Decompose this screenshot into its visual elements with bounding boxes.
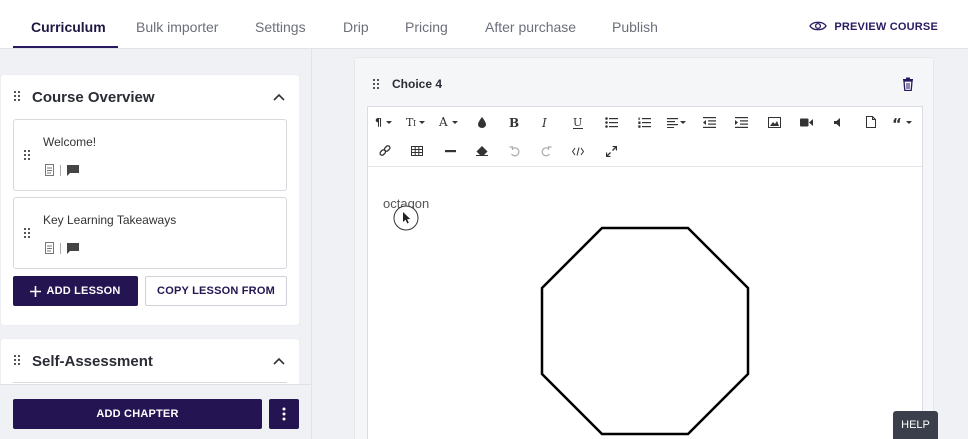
unordered-list-icon[interactable] [600,113,622,131]
plus-icon [30,285,42,297]
insert-audio-icon[interactable] [827,113,849,131]
comment-icon [67,242,79,254]
active-tab-indicator [13,46,118,48]
document-icon [45,242,54,254]
lesson-title: Key Learning Takeaways [43,213,177,227]
font-size-icon[interactable]: TI [406,113,428,131]
drag-handle-icon[interactable] [24,150,30,160]
add-lesson-button[interactable]: ADD LESSON [13,276,138,306]
code-view-icon[interactable] [567,142,589,160]
sidebar-footer: ADD CHAPTER [0,384,311,439]
tab-bulk-importer[interactable]: Bulk importer [136,0,218,48]
outdent-icon[interactable] [698,113,720,131]
choice-title: Choice 4 [392,77,443,91]
choice-panel: Choice 4 ¶ TI A B I U “ octagon [354,57,934,439]
undo-icon[interactable] [503,142,525,160]
eye-icon [809,20,828,35]
preview-course-label: PREVIEW COURSE [834,21,938,33]
tab-pricing[interactable]: Pricing [405,0,448,48]
trash-icon[interactable] [902,77,914,91]
horizontal-line-icon[interactable] [439,142,461,160]
tab-after-purchase[interactable]: After purchase [485,0,576,48]
help-button[interactable]: HELP [893,411,938,439]
rich-text-editor: ¶ TI A B I U “ octagon [367,106,923,439]
drag-handle-icon[interactable] [24,228,30,238]
insert-table-icon[interactable] [406,142,428,160]
fullscreen-icon[interactable] [600,142,622,160]
drag-handle-icon[interactable] [14,91,20,101]
preview-course-button[interactable]: PREVIEW COURSE [809,18,938,36]
bold-icon[interactable]: B [503,113,525,131]
tab-curriculum[interactable]: Curriculum [31,0,106,48]
tab-drip[interactable]: Drip [343,0,369,48]
svg-text:I: I [413,119,416,128]
svg-text:I: I [541,116,547,128]
drag-handle-icon[interactable] [14,355,20,365]
copy-lesson-from-button[interactable]: COPY LESSON FROM [145,276,287,306]
more-options-button[interactable] [269,399,299,429]
chapter-title[interactable]: Self-Assessment [32,353,153,370]
drag-handle-icon[interactable] [373,79,379,89]
redo-icon[interactable] [535,142,557,160]
tab-settings[interactable]: Settings [255,0,306,48]
insert-file-icon[interactable] [860,113,882,131]
lesson-content-icons [45,164,79,176]
chapter-title[interactable]: Course Overview [32,89,155,106]
lesson-item[interactable]: Welcome! [13,119,287,191]
add-chapter-label: ADD CHAPTER [96,408,179,420]
editor-toolbar: ¶ TI A B I U “ [368,107,922,167]
document-icon [45,164,54,176]
svg-text:B: B [509,116,519,128]
align-icon[interactable] [666,113,688,131]
chapter-card: Course Overview Welcome! Key Learning Ta… [1,75,299,325]
paragraph-format-icon[interactable]: ¶ [374,113,396,131]
svg-text:¶: ¶ [375,116,382,128]
background-color-icon[interactable] [471,113,493,131]
curriculum-sidebar: Course Overview Welcome! Key Learning Ta… [0,49,312,439]
top-navigation: Curriculum Bulk importer Settings Drip P… [0,0,968,49]
ordered-list-icon[interactable] [633,113,655,131]
tab-publish[interactable]: Publish [612,0,658,48]
main-content: Choice 4 ¶ TI A B I U “ octagon HELP [313,49,968,439]
octagon-shape-image[interactable] [540,226,750,436]
kebab-menu-icon [282,407,286,421]
text-color-icon[interactable]: A [439,113,461,131]
underline-icon[interactable]: U [567,113,589,131]
add-chapter-button[interactable]: ADD CHAPTER [13,399,262,429]
lesson-list-edge [13,382,287,383]
cursor-pointer-icon [393,205,419,231]
svg-text:A: A [439,116,448,128]
indent-icon[interactable] [730,113,752,131]
insert-link-icon[interactable] [374,142,396,160]
clear-formatting-icon[interactable] [471,142,493,160]
quote-icon[interactable]: “ [892,113,914,131]
add-lesson-label: ADD LESSON [46,285,121,297]
chevron-up-icon[interactable] [273,93,285,101]
comment-icon [67,164,79,176]
svg-text:“: “ [892,117,902,128]
italic-icon[interactable]: I [535,113,557,131]
copy-lesson-label: COPY LESSON FROM [157,285,275,297]
lesson-item[interactable]: Key Learning Takeaways [13,197,287,269]
svg-text:U: U [573,116,582,129]
lesson-title: Welcome! [43,135,97,149]
insert-image-icon[interactable] [763,113,785,131]
chevron-up-icon[interactable] [273,357,285,365]
insert-video-icon[interactable] [795,113,817,131]
lesson-content-icons [45,242,79,254]
